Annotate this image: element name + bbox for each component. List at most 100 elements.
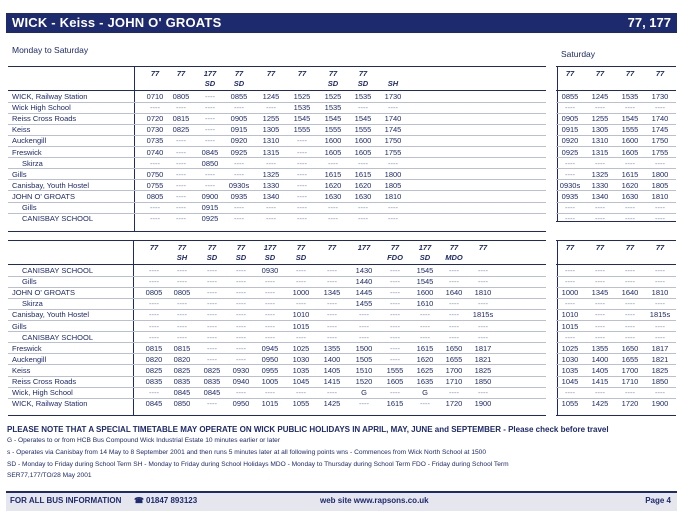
departure-time: ---- xyxy=(478,299,488,309)
operating-code: MDO xyxy=(445,253,463,262)
departure-time: ---- xyxy=(359,321,369,331)
departure-time: 0805 xyxy=(173,288,191,298)
departure-time: ---- xyxy=(390,388,400,398)
departure-time: 1545 xyxy=(621,114,639,124)
departure-time: 1745 xyxy=(384,125,402,135)
departure-time: 1310 xyxy=(591,136,609,146)
timetable-row: Gills ---- ---- ---- ---- ---- ---- ---- 1440 ---… xyxy=(8,276,546,287)
departure-time: ---- xyxy=(328,158,338,168)
departure-time: ---- xyxy=(420,332,430,342)
timetable-row: 0930s 1330 1620 1805 xyxy=(556,180,676,191)
departure-time: 1555 xyxy=(324,125,342,135)
departure-time: 1045 xyxy=(292,377,310,386)
departure-time: ---- xyxy=(265,321,275,331)
departure-time: ---- xyxy=(327,332,337,342)
departure-time: 1750 xyxy=(651,136,669,146)
departure-time: 1245 xyxy=(591,92,609,101)
departure-time: 1800 xyxy=(384,169,402,179)
departure-time: 1025 xyxy=(561,343,579,353)
departure-time: 1255 xyxy=(262,114,280,124)
operating-code: FDO xyxy=(387,253,403,262)
departure-time: ---- xyxy=(655,321,665,331)
departure-time: 0955 xyxy=(261,365,279,375)
departure-time: 1545 xyxy=(293,114,311,124)
departure-time: 1810 xyxy=(474,288,492,298)
departure-time: 0835 xyxy=(203,377,221,386)
departure-time: 1555 xyxy=(354,125,372,135)
timetable-row: Wick High School ---- ---- ---- ---- ---- 1535… xyxy=(8,102,546,113)
departure-time: G xyxy=(422,388,428,398)
departure-time: 1600 xyxy=(621,136,639,146)
stop-name: Gills xyxy=(22,203,37,212)
operating-code: SD xyxy=(235,253,247,262)
departure-time: ---- xyxy=(176,158,186,168)
departure-time: 0735 xyxy=(146,136,164,146)
departure-time: 1755 xyxy=(651,147,669,157)
departure-time: ---- xyxy=(565,103,575,113)
departure-time: 1315 xyxy=(262,147,280,157)
departure-time: 0825 xyxy=(172,125,190,135)
timetable-row: CANISBAY SCHOOL ---- ---- 0925 ---- ---- ---- -… xyxy=(8,213,546,224)
departure-time: 1650 xyxy=(445,343,463,353)
departure-time: 1305 xyxy=(591,125,609,135)
timetable-row: Gills 0750 ---- ---- ---- 1325 ---- 1615 1615 180… xyxy=(8,169,546,180)
departure-time: 0930s xyxy=(228,180,250,190)
departure-time: 1600 xyxy=(324,136,342,146)
departure-time: 0850 xyxy=(201,158,219,168)
departure-time: 1815s xyxy=(649,310,671,320)
departure-time: ---- xyxy=(207,399,217,409)
departure-time: 1810 xyxy=(384,191,402,201)
departure-time: ---- xyxy=(236,266,246,275)
departure-time: ---- xyxy=(149,299,159,309)
departure-time: ---- xyxy=(625,310,635,320)
departure-time: 0755 xyxy=(146,180,164,190)
route-number: 77 xyxy=(595,69,605,78)
departure-time: ---- xyxy=(625,158,635,168)
departure-time: 1720 xyxy=(621,399,639,409)
departure-time: 1740 xyxy=(384,114,402,124)
departure-time: ---- xyxy=(149,266,159,275)
departure-time: 0935 xyxy=(561,191,579,201)
footer-website[interactable]: web site www.rapsons.co.uk xyxy=(320,496,429,505)
departure-time: ---- xyxy=(296,332,306,342)
sat_bottom-route-header: 77 77 77 77 xyxy=(556,242,676,253)
departure-time: ---- xyxy=(595,277,605,287)
timetable-row: Canisbay, Youth Hostel ---- ---- ---- ---- --… xyxy=(8,309,546,320)
departure-time: 1745 xyxy=(651,125,669,135)
page-title: WICK - Keiss - JOHN O' GROATS xyxy=(12,15,222,30)
operating-code: SD xyxy=(233,79,245,88)
departure-time: 1817 xyxy=(651,343,669,353)
departure-time: 1310 xyxy=(262,136,280,146)
departure-time: ---- xyxy=(177,310,187,320)
departure-time: 1810 xyxy=(651,191,669,201)
departure-time: ---- xyxy=(655,388,665,398)
timetable-row: Reiss Cross Roads 0835 0835 0835 0940 1005 104… xyxy=(8,376,546,387)
stop-name: Canisbay, Youth Hostel xyxy=(12,180,89,190)
timetable-row: Wick, High School ---- 0845 0845 ---- ---- ---… xyxy=(8,387,546,398)
departure-time: 0805 xyxy=(145,288,163,298)
departure-time: 1445 xyxy=(355,288,373,298)
page-number: Page 4 xyxy=(645,496,671,505)
departure-time: 0925 xyxy=(230,147,248,157)
departure-time: ---- xyxy=(236,332,246,342)
departure-time: 1345 xyxy=(323,288,341,298)
departure-time: ---- xyxy=(478,266,488,275)
route-number: 77 xyxy=(595,243,605,252)
departure-time: ---- xyxy=(150,203,160,212)
departure-time: 0920 xyxy=(230,136,248,146)
timetable-row: ---- ---- ---- ---- xyxy=(556,213,676,224)
departure-time: ---- xyxy=(595,332,605,342)
departure-time: 1440 xyxy=(355,277,373,287)
operating-code: SD xyxy=(419,253,431,262)
timetable-row: Keiss 0825 0825 0825 0930 0955 1035 1405 1510 155… xyxy=(8,365,546,376)
departure-time: ---- xyxy=(390,299,400,309)
departure-time: 1015 xyxy=(561,321,579,331)
departure-time: 1005 xyxy=(261,377,279,386)
departure-time: ---- xyxy=(595,266,605,275)
departure-time: ---- xyxy=(565,299,575,309)
departure-time: 1415 xyxy=(323,377,341,386)
departure-time: 1405 xyxy=(323,365,341,375)
operating-code: SD xyxy=(295,253,307,262)
stop-name: WICK, Railway Station xyxy=(12,92,88,101)
departure-time: ---- xyxy=(390,321,400,331)
